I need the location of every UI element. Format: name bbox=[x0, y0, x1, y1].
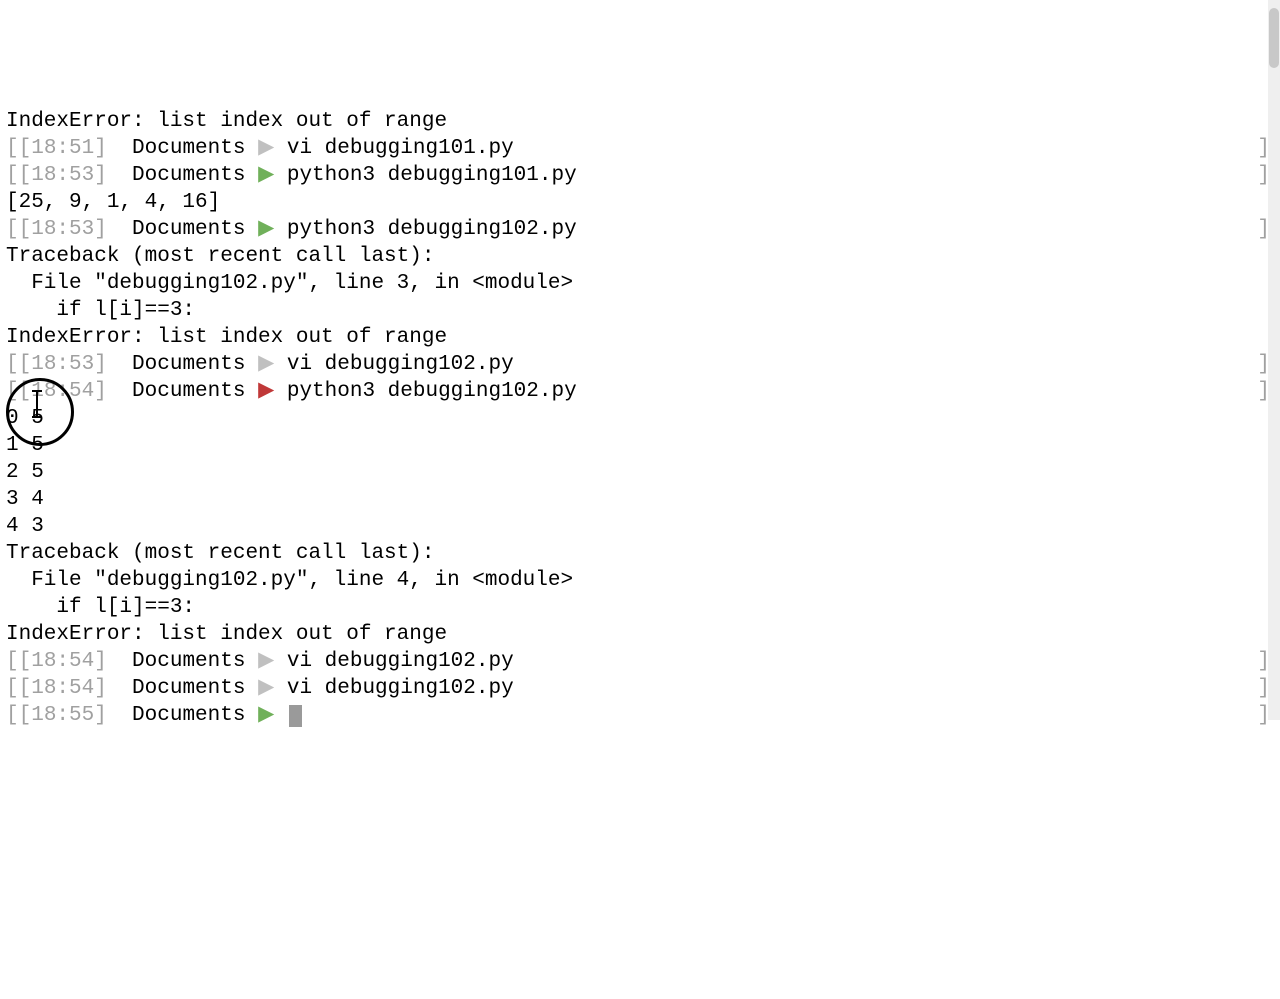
output-line[interactable]: Traceback (most recent call last): bbox=[6, 243, 1274, 270]
prompt-arrow-icon: ▶ bbox=[258, 704, 274, 727]
timestamp: [18:53] bbox=[19, 218, 107, 241]
output-line[interactable]: 2 5 bbox=[6, 459, 1274, 486]
output-text: IndexError: list index out of range bbox=[6, 326, 447, 349]
prompt-line[interactable]: [[18:53] Documents ▶ python3 debugging10… bbox=[6, 216, 1274, 243]
prompt-line[interactable]: [[18:54] Documents ▶ python3 debugging10… bbox=[6, 378, 1274, 405]
prompt-left-bracket: [ bbox=[6, 380, 19, 403]
prompt-left-bracket: [ bbox=[6, 164, 19, 187]
output-line[interactable]: 4 3 bbox=[6, 513, 1274, 540]
output-text: 1 5 bbox=[6, 434, 44, 457]
output-text: if l[i]==3: bbox=[6, 299, 195, 322]
output-line[interactable]: File "debugging102.py", line 4, in <modu… bbox=[6, 567, 1274, 594]
scrollbar-track[interactable] bbox=[1268, 0, 1280, 720]
timestamp: [18:53] bbox=[19, 164, 107, 187]
scrollbar-thumb[interactable] bbox=[1269, 8, 1279, 68]
output-text: 4 3 bbox=[6, 515, 44, 538]
output-line[interactable]: if l[i]==3: bbox=[6, 297, 1274, 324]
output-text: Traceback (most recent call last): bbox=[6, 542, 434, 565]
prompt-arrow-icon: ▶ bbox=[258, 380, 274, 403]
prompt-left-bracket: [ bbox=[6, 650, 19, 673]
prompt-arrow-icon: ▶ bbox=[258, 650, 274, 673]
output-line[interactable]: IndexError: list index out of range bbox=[6, 621, 1274, 648]
command-text[interactable]: vi debugging102.py bbox=[287, 353, 514, 376]
prompt-left-bracket: [ bbox=[6, 218, 19, 241]
prompt-left-bracket: [ bbox=[6, 704, 19, 727]
terminal[interactable]: IndexError: list index out of range[[18:… bbox=[6, 108, 1274, 729]
prompt-left-bracket: [ bbox=[6, 353, 19, 376]
command-text[interactable]: vi debugging102.py bbox=[287, 677, 514, 700]
prompt-arrow-icon: ▶ bbox=[258, 164, 274, 187]
input-cursor[interactable] bbox=[289, 705, 302, 727]
prompt-arrow-icon: ▶ bbox=[258, 137, 274, 160]
output-line[interactable]: IndexError: list index out of range bbox=[6, 324, 1274, 351]
output-text: File "debugging102.py", line 4, in <modu… bbox=[6, 569, 573, 592]
command-text[interactable]: python3 debugging101.py bbox=[287, 164, 577, 187]
prompt-line[interactable]: [[18:53] Documents ▶ python3 debugging10… bbox=[6, 162, 1274, 189]
prompt-arrow-icon: ▶ bbox=[258, 677, 274, 700]
output-text: File "debugging102.py", line 3, in <modu… bbox=[6, 272, 573, 295]
prompt-line[interactable]: [[18:54] Documents ▶ vi debugging102.py] bbox=[6, 648, 1274, 675]
directory: Documents bbox=[132, 380, 245, 403]
timestamp: [18:51] bbox=[19, 137, 107, 160]
output-line[interactable]: if l[i]==3: bbox=[6, 594, 1274, 621]
output-text: 2 5 bbox=[6, 461, 44, 484]
output-text: if l[i]==3: bbox=[6, 596, 195, 619]
prompt-arrow-icon: ▶ bbox=[258, 218, 274, 241]
prompt-line[interactable]: [[18:55] Documents ▶ ] bbox=[6, 702, 1274, 729]
output-line[interactable]: 1 5 bbox=[6, 432, 1274, 459]
prompt-left-bracket: [ bbox=[6, 677, 19, 700]
command-text[interactable]: vi debugging101.py bbox=[287, 137, 514, 160]
timestamp: [18:54] bbox=[19, 650, 107, 673]
prompt-line[interactable]: [[18:53] Documents ▶ vi debugging102.py] bbox=[6, 351, 1274, 378]
prompt-line[interactable]: [[18:51] Documents ▶ vi debugging101.py] bbox=[6, 135, 1274, 162]
directory: Documents bbox=[132, 677, 245, 700]
command-text[interactable]: python3 debugging102.py bbox=[287, 218, 577, 241]
directory: Documents bbox=[132, 650, 245, 673]
prompt-arrow-icon: ▶ bbox=[258, 353, 274, 376]
directory: Documents bbox=[132, 704, 245, 727]
output-line[interactable]: 0 5 bbox=[6, 405, 1274, 432]
directory: Documents bbox=[132, 218, 245, 241]
prompt-line[interactable]: [[18:54] Documents ▶ vi debugging102.py] bbox=[6, 675, 1274, 702]
timestamp: [18:54] bbox=[19, 380, 107, 403]
output-text: Traceback (most recent call last): bbox=[6, 245, 434, 268]
directory: Documents bbox=[132, 353, 245, 376]
timestamp: [18:55] bbox=[19, 704, 107, 727]
command-text[interactable]: vi debugging102.py bbox=[287, 650, 514, 673]
directory: Documents bbox=[132, 164, 245, 187]
output-line[interactable]: File "debugging102.py", line 3, in <modu… bbox=[6, 270, 1274, 297]
timestamp: [18:53] bbox=[19, 353, 107, 376]
output-text: 0 5 bbox=[6, 407, 44, 430]
timestamp: [18:54] bbox=[19, 677, 107, 700]
directory: Documents bbox=[132, 137, 245, 160]
output-text: IndexError: list index out of range bbox=[6, 110, 447, 133]
command-text[interactable]: python3 debugging102.py bbox=[287, 380, 577, 403]
output-line[interactable]: 3 4 bbox=[6, 486, 1274, 513]
output-line[interactable]: [25, 9, 1, 4, 16] bbox=[6, 189, 1274, 216]
output-text: IndexError: list index out of range bbox=[6, 623, 447, 646]
output-line[interactable]: IndexError: list index out of range bbox=[6, 108, 1274, 135]
output-line[interactable]: Traceback (most recent call last): bbox=[6, 540, 1274, 567]
output-text: [25, 9, 1, 4, 16] bbox=[6, 191, 220, 214]
prompt-left-bracket: [ bbox=[6, 137, 19, 160]
output-text: 3 4 bbox=[6, 488, 44, 511]
